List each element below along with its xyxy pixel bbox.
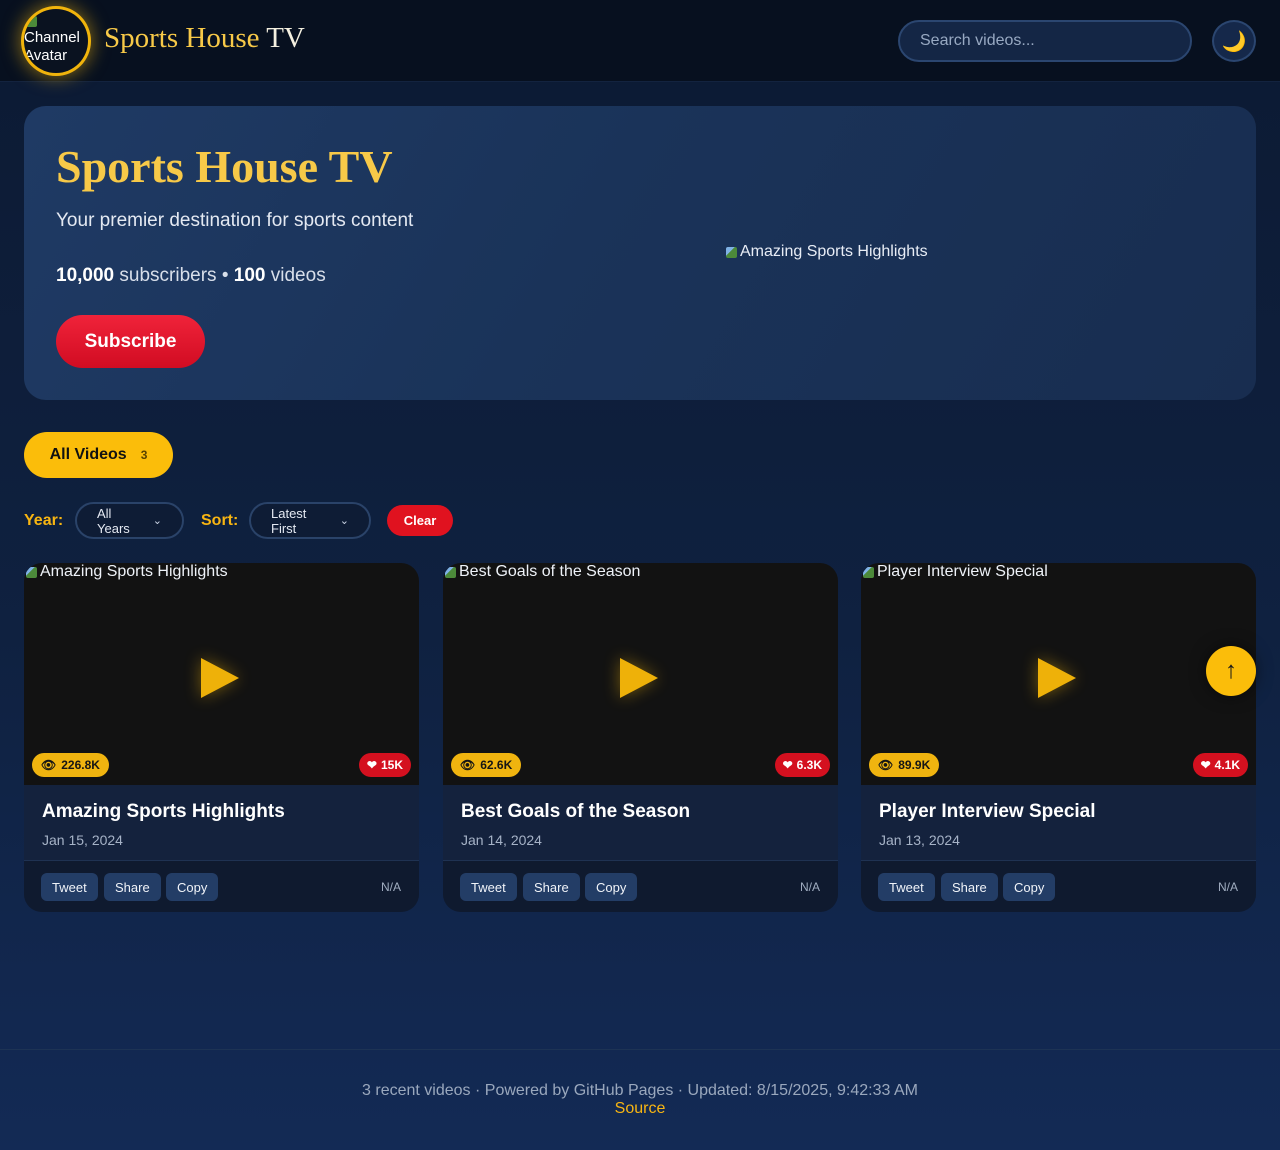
page-footer: 3 recent videos · Powered by GitHub Page…: [0, 1049, 1280, 1150]
source-link[interactable]: Source: [0, 1100, 1280, 1118]
subscribe-button[interactable]: Subscribe: [56, 315, 205, 368]
year-filter-label: Year:: [24, 512, 64, 529]
share-button[interactable]: Share: [941, 873, 998, 901]
subscriber-count: 10,000: [56, 265, 115, 286]
video-card[interactable]: Best Goals of the Season 👁 62.6K ❤ 6.3K …: [443, 563, 838, 912]
moon-icon: 🌙: [1221, 30, 1247, 53]
thumbnail-alt-text: Best Goals of the Season: [459, 563, 641, 580]
play-icon[interactable]: [620, 658, 658, 698]
sort-select[interactable]: Latest First ⌄: [249, 502, 371, 539]
views-count: 89.9K: [898, 758, 931, 772]
hero-subtitle: Your premier destination for sports cont…: [56, 210, 414, 231]
video-thumbnail[interactable]: Amazing Sports Highlights 👁 226.8K ❤ 15K: [24, 563, 419, 785]
year-select[interactable]: All Years ⌄: [75, 502, 184, 539]
broken-image-icon: [24, 13, 40, 29]
likes-badge: ❤ 15K: [358, 753, 411, 777]
scroll-to-top-button[interactable]: ↑: [1206, 646, 1256, 696]
video-thumbnail[interactable]: Player Interview Special 👁 89.9K ❤ 4.1K: [861, 563, 1256, 785]
featured-video-image[interactable]: Amazing Sports Highlights: [724, 243, 928, 261]
channel-hero: Sports House TV Your premier destination…: [24, 106, 1256, 400]
heart-icon: ❤: [782, 758, 793, 772]
thumbnail-alt: Best Goals of the Season: [443, 563, 640, 581]
views-badge: 👁 89.9K: [869, 753, 940, 777]
brand-name: Sports House: [104, 22, 260, 54]
video-count: 100: [233, 265, 266, 286]
play-icon[interactable]: [1038, 658, 1076, 698]
video-date: Jan 15, 2024: [42, 832, 123, 848]
video-date: Jan 14, 2024: [461, 832, 542, 848]
video-label: videos: [270, 265, 326, 286]
hero-title: Sports House TV: [56, 141, 393, 192]
heart-icon: ❤: [366, 758, 377, 772]
brand-suffix: TV: [266, 22, 305, 54]
chevron-down-icon: ⌄: [152, 515, 162, 527]
video-title[interactable]: Player Interview Special: [879, 801, 1096, 823]
video-duration: N/A: [380, 880, 401, 894]
tweet-button[interactable]: Tweet: [460, 873, 517, 901]
video-title[interactable]: Best Goals of the Season: [461, 801, 690, 823]
broken-image-icon: [724, 244, 740, 260]
featured-image-alt: Amazing Sports Highlights: [740, 243, 928, 260]
broken-image-icon: [861, 564, 877, 580]
year-select-value: All Years: [97, 505, 130, 536]
stats-separator: •: [221, 265, 229, 286]
video-duration: N/A: [799, 880, 820, 894]
views-count: 62.6K: [480, 758, 513, 772]
copy-button[interactable]: Copy: [585, 873, 638, 901]
clear-filters-button[interactable]: Clear: [387, 505, 453, 536]
tweet-button[interactable]: Tweet: [878, 873, 935, 901]
thumbnail-alt: Player Interview Special: [861, 563, 1048, 581]
sort-select-value: Latest First: [271, 505, 307, 536]
channel-avatar[interactable]: Channel Avatar: [24, 9, 88, 73]
search-input[interactable]: [898, 20, 1192, 62]
likes-count: 6.3K: [796, 758, 822, 772]
footer-summary: 3 recent videos · Powered by GitHub Page…: [362, 1082, 918, 1099]
heart-icon: ❤: [1200, 758, 1211, 772]
tab-all-videos[interactable]: All Videos 3: [24, 432, 173, 478]
thumbnail-alt-text: Amazing Sports Highlights: [40, 563, 228, 580]
eye-icon: 👁: [460, 758, 476, 772]
video-title[interactable]: Amazing Sports Highlights: [42, 801, 285, 823]
video-card[interactable]: Amazing Sports Highlights 👁 226.8K ❤ 15K…: [24, 563, 419, 912]
share-button[interactable]: Share: [523, 873, 580, 901]
channel-brand-title[interactable]: Sports House TV: [104, 22, 305, 55]
video-duration: N/A: [1217, 880, 1238, 894]
chevron-down-icon: ⌄: [339, 515, 349, 527]
theme-toggle-button[interactable]: 🌙: [1212, 20, 1256, 62]
avatar-alt-text: Channel Avatar: [24, 29, 80, 64]
top-bar: Channel Avatar Sports House TV 🌙: [0, 0, 1280, 82]
channel-stats: 10,000 subscribers • 100 videos: [56, 265, 326, 287]
eye-icon: 👁: [878, 758, 894, 772]
views-badge: 👁 226.8K: [32, 753, 109, 777]
video-thumbnail[interactable]: Best Goals of the Season 👁 62.6K ❤ 6.3K: [443, 563, 838, 785]
sort-filter-label: Sort:: [201, 512, 239, 529]
copy-button[interactable]: Copy: [1003, 873, 1056, 901]
broken-image-icon: [24, 564, 40, 580]
arrow-up-icon: ↑: [1225, 657, 1237, 684]
subscriber-label: subscribers: [119, 265, 217, 286]
card-actions: Tweet Share Copy N/A: [443, 860, 838, 912]
copy-button[interactable]: Copy: [166, 873, 219, 901]
likes-badge: ❤ 6.3K: [774, 753, 830, 777]
share-button[interactable]: Share: [104, 873, 161, 901]
views-count: 226.8K: [61, 758, 100, 772]
thumbnail-alt: Amazing Sports Highlights: [24, 563, 228, 581]
eye-icon: 👁: [41, 758, 57, 772]
video-date: Jan 13, 2024: [879, 832, 960, 848]
likes-badge: ❤ 4.1K: [1192, 753, 1248, 777]
likes-count: 4.1K: [1214, 758, 1240, 772]
card-actions: Tweet Share Copy N/A: [24, 860, 419, 912]
thumbnail-alt-text: Player Interview Special: [877, 563, 1048, 580]
tab-label: All Videos: [49, 446, 127, 463]
broken-image-icon: [443, 564, 459, 580]
likes-count: 15K: [380, 758, 403, 772]
play-icon[interactable]: [201, 658, 239, 698]
card-actions: Tweet Share Copy N/A: [861, 860, 1256, 912]
video-card[interactable]: Player Interview Special 👁 89.9K ❤ 4.1K …: [861, 563, 1256, 912]
tweet-button[interactable]: Tweet: [41, 873, 98, 901]
views-badge: 👁 62.6K: [451, 753, 522, 777]
tab-count-badge: 3: [140, 448, 148, 462]
